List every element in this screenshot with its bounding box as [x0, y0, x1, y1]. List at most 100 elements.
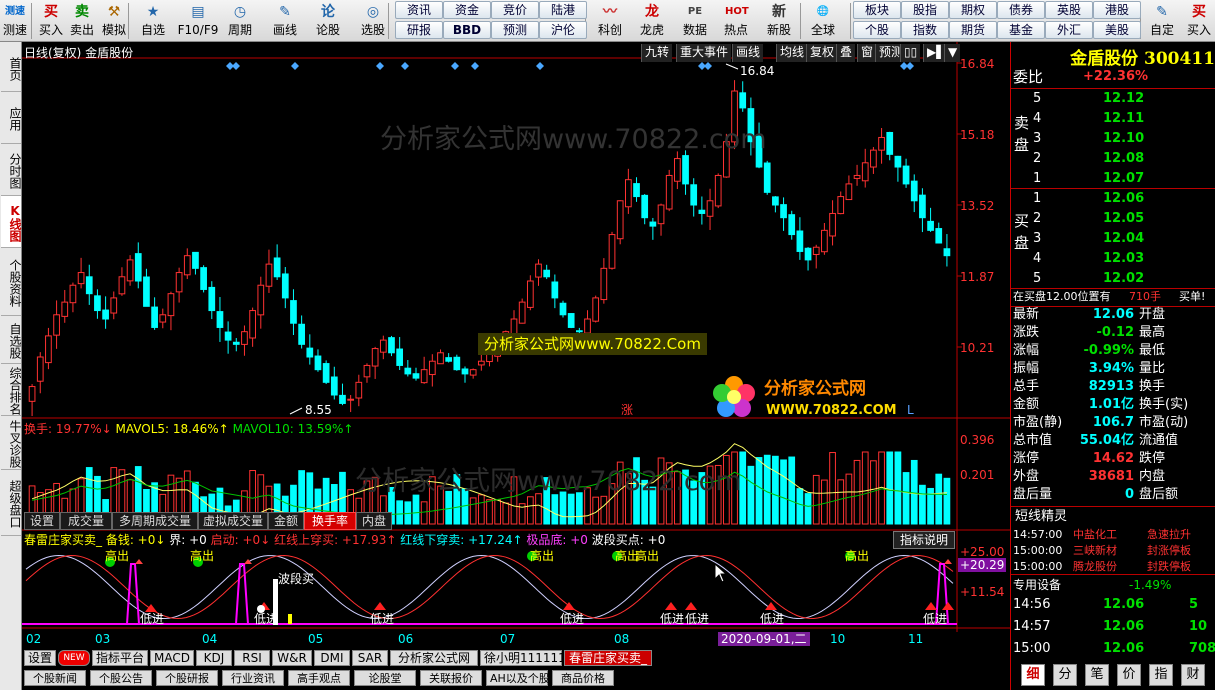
toolbar-data-button[interactable]: PE 数据: [677, 0, 713, 42]
quick-button-期货[interactable]: 期货: [949, 21, 997, 39]
toolbar-period-button[interactable]: ◷ 周期: [220, 0, 260, 42]
quick-button-BBD[interactable]: BBD: [443, 21, 491, 39]
left-nav-item-6[interactable]: 综合排名: [1, 364, 22, 416]
detail-tab-3[interactable]: 价: [1117, 664, 1141, 686]
volume-tab-1[interactable]: 成交量: [60, 512, 112, 530]
quick-button-基金[interactable]: 基金: [997, 21, 1045, 39]
left-nav-item-8[interactable]: 超级盘口: [1, 470, 22, 536]
quick-button-债券[interactable]: 债券: [997, 1, 1045, 19]
bottom-tab-7[interactable]: DMI: [314, 650, 350, 666]
candle-body: [265, 263, 273, 287]
toolbar-globe-button[interactable]: 🌐 全球: [805, 0, 841, 42]
toolbar-star-market-button[interactable]: 〰科创: [592, 0, 628, 42]
bottom-tab-5[interactable]: RSI: [234, 650, 270, 666]
bottom-tab-4[interactable]: KDJ: [196, 650, 232, 666]
detail-tab-2[interactable]: 笔: [1085, 664, 1109, 686]
quick-button-竞价[interactable]: 竞价: [491, 1, 539, 19]
toolbar-label: 模拟: [101, 23, 126, 37]
quick-button-个股[interactable]: 个股: [853, 21, 901, 39]
volume-bar: [812, 474, 820, 525]
quick-button-研报[interactable]: 研报: [395, 21, 443, 39]
quick-button-陆港[interactable]: 陆港: [539, 1, 587, 19]
chart-top-button-3[interactable]: 均线: [776, 44, 808, 62]
quick-button-美股[interactable]: 美股: [1093, 21, 1141, 39]
bottom-tab-11[interactable]: 春雷庄家买卖_: [564, 650, 652, 666]
bottom-tab-1[interactable]: NEW: [58, 650, 90, 666]
cursor-date-label: 2020-09-01,二: [718, 632, 810, 646]
chart-top-button-10[interactable]: ▼: [944, 44, 961, 62]
toolbar-sell-button[interactable]: 卖卖出: [68, 0, 96, 42]
toolbar-dragon-tiger-button[interactable]: 龙龙虎: [634, 0, 670, 42]
news-tab-3[interactable]: 行业资讯: [222, 670, 284, 686]
chart-top-button-8[interactable]: ▯▯: [900, 44, 921, 62]
volume-tab-5[interactable]: 换手率: [304, 512, 356, 530]
left-nav-item-0[interactable]: 首页: [1, 44, 22, 92]
candle-body: [134, 253, 142, 282]
quick-button-外汇[interactable]: 外汇: [1045, 21, 1093, 39]
news-tab-7[interactable]: AH以及个股: [486, 670, 550, 686]
bottom-tab-8[interactable]: SAR: [352, 650, 388, 666]
quick-button-资讯[interactable]: 资讯: [395, 1, 443, 19]
bottom-tab-6[interactable]: W&R: [272, 650, 312, 666]
quick-button-指数[interactable]: 指数: [901, 21, 949, 39]
toolbar-separator: [31, 3, 32, 39]
left-nav-item-7[interactable]: 牛叉诊股: [1, 416, 22, 470]
toolbar-label: 数据: [682, 23, 707, 37]
chart-top-button-1[interactable]: 重大事件: [676, 44, 732, 62]
quick-button-期权[interactable]: 期权: [949, 1, 997, 19]
chart-top-button-6[interactable]: 窗: [857, 44, 877, 62]
volume-tab-4[interactable]: 金额: [268, 512, 304, 530]
toolbar-custom-button[interactable]: ✎ 自定: [1145, 0, 1179, 42]
news-tab-5[interactable]: 论股堂: [354, 670, 416, 686]
bottom-tab-3[interactable]: MACD: [150, 650, 194, 666]
detail-tab-1[interactable]: 分: [1053, 664, 1077, 686]
chart-top-button-5[interactable]: 叠: [836, 44, 856, 62]
toolbar-speed-test-button[interactable]: 测速 测速: [0, 0, 30, 42]
volume-tab-2[interactable]: 多周期成交量: [112, 512, 198, 530]
quick-button-英股[interactable]: 英股: [1045, 1, 1093, 19]
news-tab-0[interactable]: 个股新闻: [24, 670, 86, 686]
news-tab-1[interactable]: 个股公告: [90, 670, 152, 686]
indicator-help-button[interactable]: 指标说明: [893, 531, 956, 549]
toolbar-hot-button[interactable]: HOT 热点: [717, 0, 755, 42]
bottom-tab-2[interactable]: 指标平台: [92, 650, 148, 666]
quote-label: 涨停: [1013, 451, 1040, 466]
volume-tab-3[interactable]: 虚拟成交量: [198, 512, 268, 530]
left-nav-item-3[interactable]: K线图: [1, 196, 22, 248]
news-tab-6[interactable]: 关联报价: [420, 670, 482, 686]
bottom-tab-0[interactable]: 设置: [24, 650, 56, 666]
bottom-tab-10[interactable]: 徐小明111111: [480, 650, 566, 666]
chart-top-button-2[interactable]: 画线: [732, 44, 764, 62]
volume-tab-6[interactable]: 内盘: [356, 512, 392, 530]
toolbar-f10-button[interactable]: ▤ F10/F9: [176, 0, 220, 42]
toolbar-forum-button[interactable]: 论论股: [308, 0, 348, 42]
volume-tab-0[interactable]: 设置: [24, 512, 60, 530]
toolbar-simulate-button[interactable]: ⚒ 模拟: [96, 0, 132, 42]
news-tab-4[interactable]: 高手观点: [288, 670, 350, 686]
quick-button-港股[interactable]: 港股: [1093, 1, 1141, 19]
toolbar-stock-picker-button[interactable]: ◎ 选股: [353, 0, 393, 42]
detail-tab-5[interactable]: 财: [1181, 664, 1205, 686]
left-nav-item-5[interactable]: 自选股: [1, 316, 22, 364]
quick-button-资金[interactable]: 资金: [443, 1, 491, 19]
stock-name-code: 金盾股份 300411: [1070, 49, 1215, 69]
toolbar-watchlist-button[interactable]: ★ 自选: [136, 0, 170, 42]
detail-tab-4[interactable]: 指: [1149, 664, 1173, 686]
chart-top-button-4[interactable]: 复权: [806, 44, 838, 62]
toolbar-draw-line-button[interactable]: ✎ 画线: [265, 0, 305, 42]
left-nav-item-4[interactable]: 个股资料: [1, 248, 22, 316]
toolbar-new-stock-button[interactable]: 新新股: [760, 0, 798, 42]
toolbar-buy-button[interactable]: 买买入: [36, 0, 66, 42]
news-tab-2[interactable]: 个股研报: [156, 670, 218, 686]
detail-tab-0[interactable]: 细: [1021, 664, 1045, 686]
quick-button-股指[interactable]: 股指: [901, 1, 949, 19]
quick-button-预测[interactable]: 预测: [491, 21, 539, 39]
left-nav-item-1[interactable]: 应用: [1, 92, 22, 144]
news-tab-8[interactable]: 商品价格: [552, 670, 614, 686]
left-nav-item-2[interactable]: 分时图: [1, 144, 22, 196]
toolbar-buy-2-button[interactable]: 买买入: [1184, 0, 1214, 42]
quick-button-板块[interactable]: 板块: [853, 1, 901, 19]
quick-button-沪伦[interactable]: 沪伦: [539, 21, 587, 39]
chart-top-button-0[interactable]: 九转: [641, 44, 673, 62]
bottom-tab-9[interactable]: 分析家公式网: [390, 650, 478, 666]
